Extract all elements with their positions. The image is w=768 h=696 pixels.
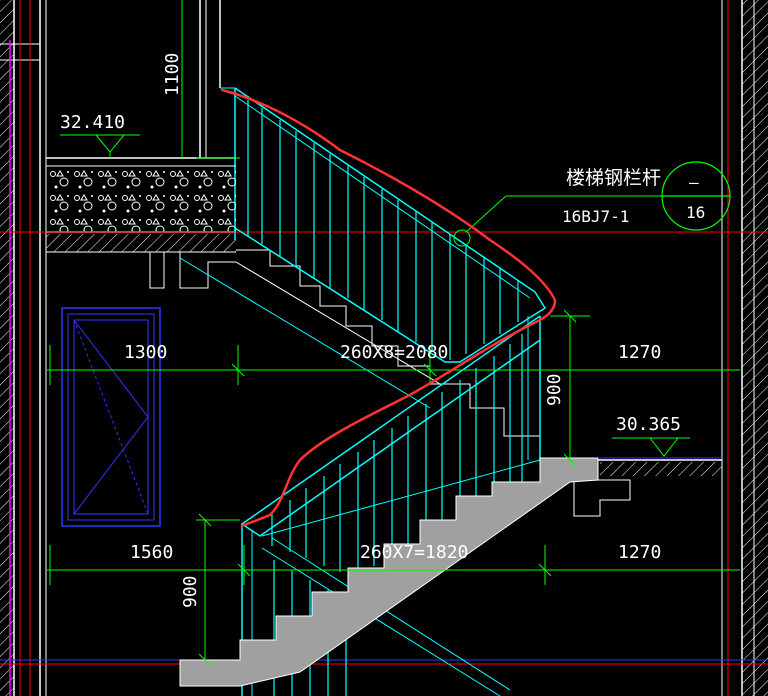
detail-number: — [689, 173, 699, 192]
mid-landing [430, 316, 541, 460]
window [61, 307, 161, 527]
detail-index-circle: — 16 [661, 161, 731, 231]
callout-spec: 16BJ7-1 [562, 207, 629, 226]
dim-lower-flight: 260X7=1820 [360, 542, 468, 563]
dim-rail-height-mid: 900 [544, 373, 565, 406]
dim-upper-right-width: 1270 [618, 342, 661, 363]
cad-drawing-canvas: 32.410 30.365 1100 1300 260X8=2080 1270 … [0, 0, 768, 696]
dim-upper-height: 1100 [162, 53, 183, 96]
upper-railing [234, 87, 547, 363]
dim-upper-flight: 260X8=2080 [340, 342, 448, 363]
stair-section-drawing: 32.410 30.365 1100 1300 260X8=2080 1270 … [0, 0, 768, 696]
callout-label: 楼梯钢栏杆 [566, 167, 661, 189]
sheet-number: 16 [686, 203, 705, 222]
dim-lower-left-width: 1560 [130, 542, 173, 563]
railing-callout: 楼梯钢栏杆 16BJ7-1 [453, 167, 664, 247]
dim-upper-left-width: 1300 [124, 342, 167, 363]
right-wall [721, 0, 768, 696]
dim-rail-height-low: 900 [180, 575, 201, 608]
dim-lower-right-width: 1270 [618, 542, 661, 563]
level-label-upper: 32.410 [60, 112, 125, 133]
level-label-lower: 30.365 [616, 414, 681, 435]
upper-landing-slab [46, 157, 236, 289]
upper-stair-flight [179, 249, 441, 409]
level-marker-lower: 30.365 [612, 414, 690, 457]
markup-highlight [220, 88, 557, 528]
level-marker-upper: 32.410 [60, 112, 140, 158]
left-wall [0, 0, 47, 696]
